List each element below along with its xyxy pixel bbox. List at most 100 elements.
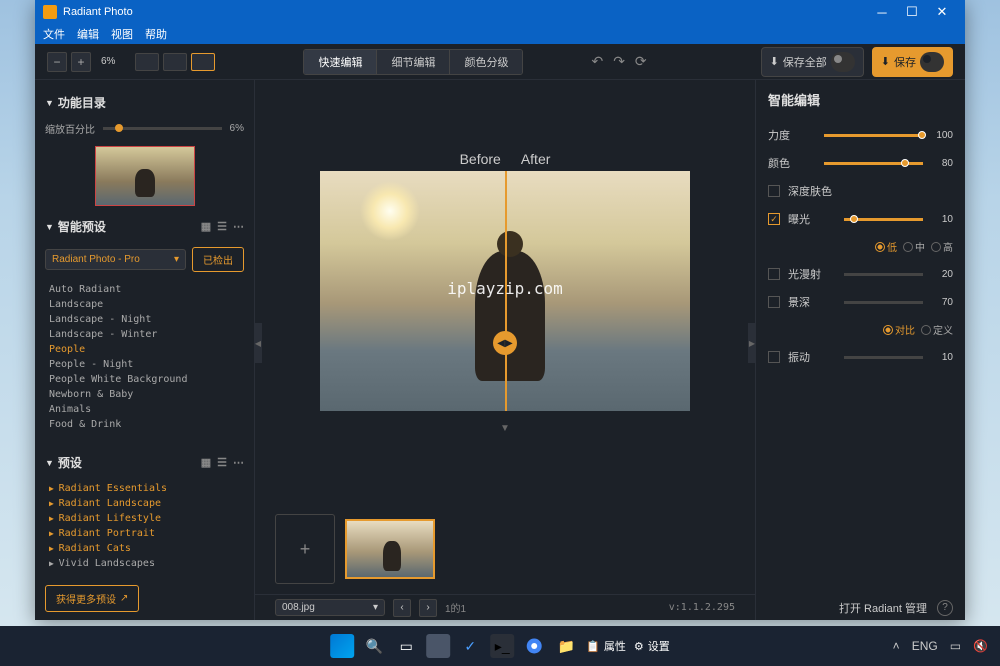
- task-view-icon[interactable]: ▭: [394, 634, 418, 658]
- color-slider[interactable]: [824, 162, 923, 165]
- preset-item[interactable]: Auto Radiant: [45, 282, 244, 297]
- grid-icon[interactable]: ▦: [201, 220, 211, 233]
- vibrance-checkbox[interactable]: [768, 351, 780, 363]
- preset-category[interactable]: Radiant Lifestyle: [45, 511, 244, 526]
- scale-slider[interactable]: [103, 127, 222, 130]
- depth-checkbox[interactable]: [768, 296, 780, 308]
- taskbar-explorer-icon[interactable]: 📁: [554, 634, 578, 658]
- tray-chevron-icon[interactable]: ˄: [893, 639, 900, 653]
- preset-item[interactable]: People: [45, 342, 244, 357]
- custom-radio[interactable]: 定义: [921, 322, 953, 337]
- preset-category[interactable]: Radiant Portrait: [45, 526, 244, 541]
- thumbnail-preview[interactable]: [95, 146, 195, 206]
- exposure-slider[interactable]: [844, 218, 923, 221]
- taskbar-properties[interactable]: 📋属性: [586, 638, 626, 654]
- tab-quick-edit[interactable]: 快速编辑: [304, 50, 377, 74]
- more-icon[interactable]: ⋯: [233, 220, 244, 233]
- scale-label: 缩放百分比: [45, 121, 95, 136]
- skin-checkbox[interactable]: [768, 185, 780, 197]
- grid-icon[interactable]: ▦: [201, 456, 211, 469]
- prev-image-button[interactable]: ‹: [393, 599, 411, 617]
- chevron-down-icon: ▼: [45, 222, 54, 232]
- tab-detail-edit[interactable]: 细节编辑: [377, 50, 450, 74]
- tray-network-icon[interactable]: ▭: [950, 639, 961, 653]
- collapse-right-handle[interactable]: ▶: [748, 323, 756, 363]
- start-button[interactable]: [330, 634, 354, 658]
- preset-item[interactable]: Animals: [45, 402, 244, 417]
- main-view: ◀ ▶ BeforeAfter ◀▶ iplayzip.com ▼ +: [255, 80, 755, 620]
- section-preset-header[interactable]: ▼ 预设 ▦☰⋯: [45, 448, 244, 477]
- preset-item[interactable]: Food & Drink: [45, 417, 244, 432]
- maximize-button[interactable]: ☐: [897, 4, 927, 20]
- exposure-low-radio[interactable]: 低: [875, 239, 897, 254]
- diffuse-slider[interactable]: [844, 273, 923, 276]
- preset-dropdown[interactable]: Radiant Photo - Pro ▾: [45, 249, 186, 270]
- menu-edit[interactable]: 编辑: [77, 26, 99, 42]
- preset-category[interactable]: Radiant Cats: [45, 541, 244, 556]
- preset-item[interactable]: Landscape - Night: [45, 312, 244, 327]
- collapse-filmstrip-handle[interactable]: ▼: [500, 423, 510, 434]
- preset-category[interactable]: Radiant Essentials: [45, 481, 244, 496]
- get-more-presets-button[interactable]: 获得更多预设↗: [45, 585, 139, 612]
- view-single-button[interactable]: [135, 53, 159, 71]
- open-manager-link[interactable]: 打开 Radiant 管理: [839, 600, 927, 616]
- strength-label: 力度: [768, 127, 816, 143]
- detect-button[interactable]: 已检出: [192, 247, 244, 272]
- list-icon[interactable]: ☰: [217, 456, 227, 469]
- menu-help[interactable]: 帮助: [145, 26, 167, 42]
- zoom-in-button[interactable]: +: [71, 52, 91, 72]
- close-button[interactable]: ✕: [927, 4, 957, 20]
- preset-category[interactable]: Vivid Landscapes: [45, 556, 244, 571]
- save-all-toggle[interactable]: [831, 52, 855, 72]
- contrast-radio[interactable]: 对比: [883, 322, 915, 337]
- search-icon[interactable]: 🔍: [362, 634, 386, 658]
- undo-button[interactable]: ↶: [591, 53, 603, 70]
- exposure-high-radio[interactable]: 高: [931, 239, 953, 254]
- taskbar-terminal-icon[interactable]: ▸_: [490, 634, 514, 658]
- zoom-out-button[interactable]: −: [47, 52, 67, 72]
- exposure-checkbox[interactable]: [768, 213, 780, 225]
- menu-view[interactable]: 视图: [111, 26, 133, 42]
- preset-category[interactable]: Radiant Landscape: [45, 496, 244, 511]
- diffuse-checkbox[interactable]: [768, 268, 780, 280]
- add-image-button[interactable]: +: [275, 514, 335, 584]
- section-function-header[interactable]: ▼ 功能目录: [45, 88, 244, 117]
- view-compare-button[interactable]: [191, 53, 215, 71]
- more-icon[interactable]: ⋯: [233, 456, 244, 469]
- filename-dropdown[interactable]: 008.jpg▾: [275, 599, 385, 616]
- taskbar-app-1[interactable]: [426, 634, 450, 658]
- save-all-button[interactable]: ⬇ 保存全部: [761, 47, 864, 77]
- help-icon[interactable]: ?: [937, 600, 953, 616]
- tray-volume-icon[interactable]: 🔇: [973, 639, 988, 653]
- next-image-button[interactable]: ›: [419, 599, 437, 617]
- preset-item[interactable]: People White Background: [45, 372, 244, 387]
- taskbar-app-2[interactable]: ✓: [458, 634, 482, 658]
- vibrance-slider[interactable]: [844, 356, 923, 359]
- scale-value: 6%: [230, 123, 244, 134]
- preset-item[interactable]: People - Night: [45, 357, 244, 372]
- taskbar-chrome-icon[interactable]: [522, 634, 546, 658]
- exposure-mid-radio[interactable]: 中: [903, 239, 925, 254]
- tray-language[interactable]: ENG: [912, 639, 938, 653]
- sidebar-right: 智能编辑 力度 100 颜色 80 深度肤色 曝光 10: [755, 80, 965, 620]
- photo-canvas[interactable]: ◀▶ iplayzip.com: [320, 171, 690, 411]
- taskbar-settings[interactable]: ⚙设置: [634, 638, 670, 654]
- redo-button[interactable]: ↷: [613, 53, 625, 70]
- preset-item[interactable]: Landscape: [45, 297, 244, 312]
- view-split-button[interactable]: [163, 53, 187, 71]
- section-smart-preset-header[interactable]: ▼ 智能预设 ▦☰⋯: [45, 212, 244, 241]
- depth-slider[interactable]: [844, 301, 923, 304]
- titlebar[interactable]: Radiant Photo ─ ☐ ✕: [35, 0, 965, 24]
- minimize-button[interactable]: ─: [867, 5, 897, 20]
- filmstrip-thumb[interactable]: [345, 519, 435, 579]
- preset-item[interactable]: Landscape - Winter: [45, 327, 244, 342]
- preset-item[interactable]: Newborn & Baby: [45, 387, 244, 402]
- collapse-left-handle[interactable]: ◀: [254, 323, 262, 363]
- reset-button[interactable]: ⟳: [635, 53, 647, 70]
- list-icon[interactable]: ☰: [217, 220, 227, 233]
- save-toggle[interactable]: [920, 52, 944, 72]
- tab-color-grade[interactable]: 颜色分级: [450, 50, 522, 74]
- strength-slider[interactable]: [824, 134, 923, 137]
- save-button[interactable]: ⬇ 保存: [872, 47, 953, 77]
- menu-file[interactable]: 文件: [43, 26, 65, 42]
